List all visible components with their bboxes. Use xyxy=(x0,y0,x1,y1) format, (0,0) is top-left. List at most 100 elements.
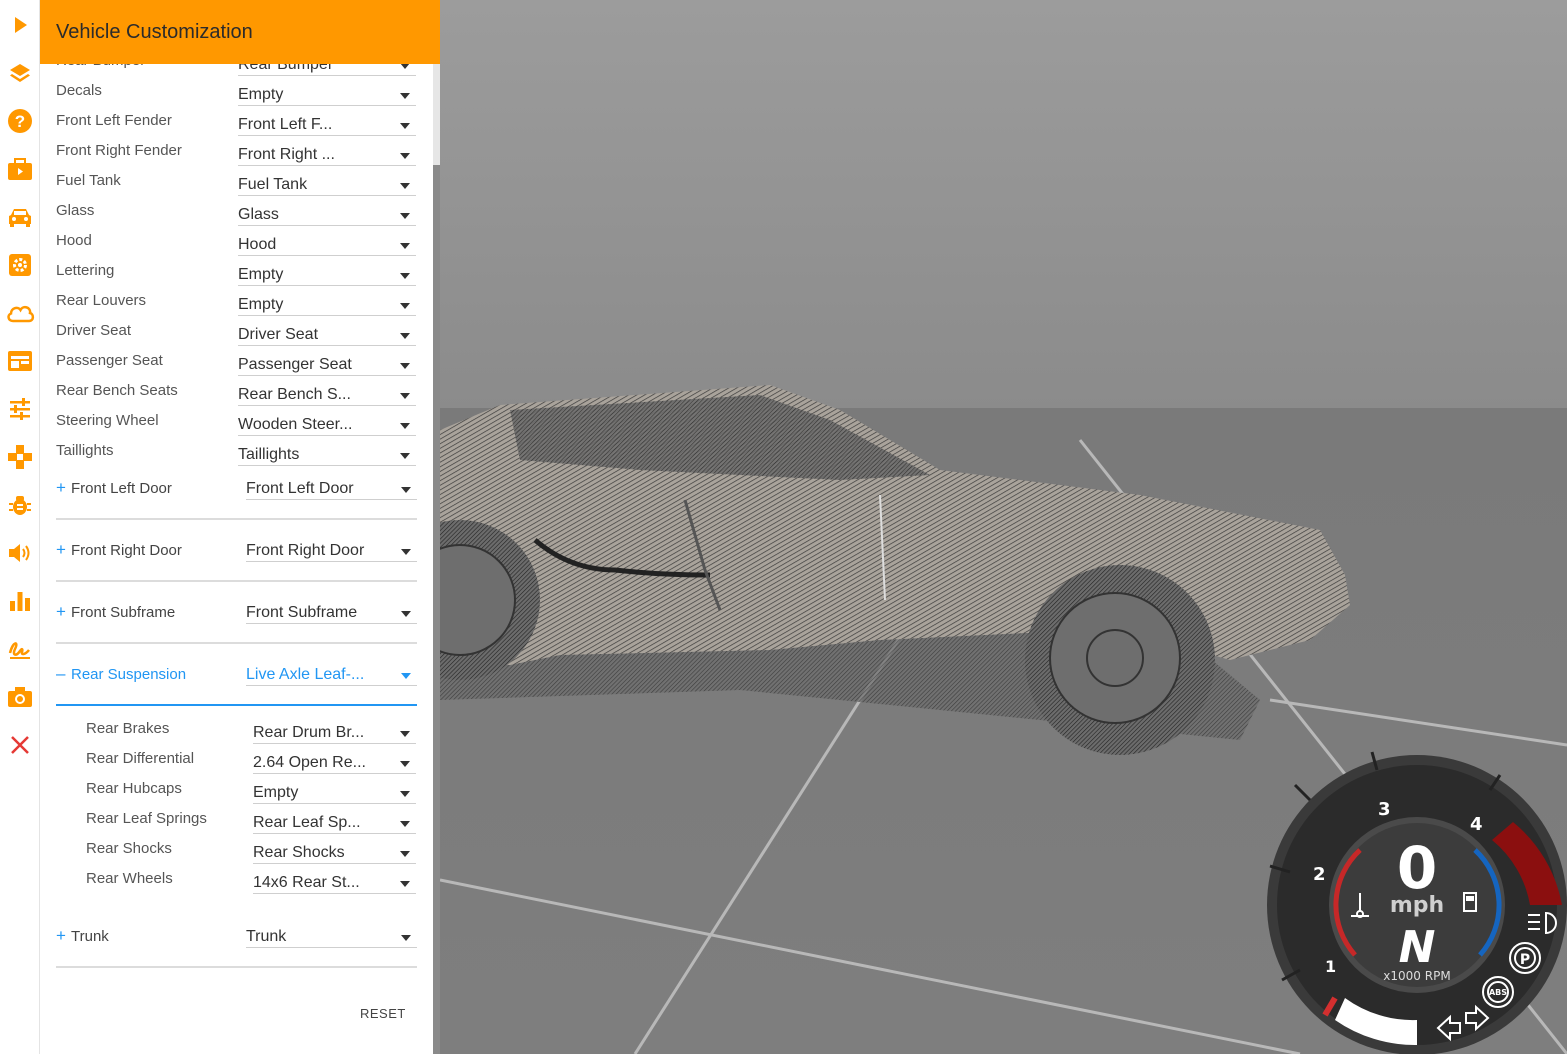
speed-value: 0 xyxy=(1397,834,1437,902)
part-select-fuel-tank[interactable]: Fuel Tank xyxy=(238,174,416,196)
part-label: Rear Shocks xyxy=(86,840,172,857)
part-select-passenger-seat[interactable]: Passenger Seat xyxy=(238,354,416,376)
group-select-front-subframe[interactable]: Front Subframe xyxy=(246,602,417,624)
bar-chart-icon[interactable] xyxy=(5,586,35,616)
part-label: Rear Wheels xyxy=(86,870,173,887)
part-select-rear-differential[interactable]: 2.64 Open Re... xyxy=(253,752,416,774)
settings-icon[interactable] xyxy=(5,250,35,280)
expand-icon[interactable]: + xyxy=(56,478,66,498)
rpm-unit: x1000 RPM xyxy=(1383,969,1450,983)
toolbox-icon[interactable] xyxy=(5,154,35,184)
camera-icon[interactable] xyxy=(5,682,35,712)
group-label: Trunk xyxy=(71,928,109,945)
dropdown-arrow-icon xyxy=(400,393,410,399)
dropdown-arrow-icon xyxy=(400,881,410,887)
part-value: Taillights xyxy=(238,446,300,463)
group-trunk[interactable]: + Trunk Trunk xyxy=(56,922,417,968)
dropdown-arrow-icon xyxy=(400,183,410,189)
part-row-rear-hubcaps: Rear Hubcaps Empty xyxy=(40,778,433,808)
part-select-front-right-fender[interactable]: Front Right ... xyxy=(238,144,416,166)
sliders-icon[interactable] xyxy=(5,394,35,424)
part-label: Rear Leaf Springs xyxy=(86,810,207,827)
dropdown-arrow-icon xyxy=(400,213,410,219)
part-select-rear-shocks[interactable]: Rear Shocks xyxy=(253,842,416,864)
part-select-rear-hubcaps[interactable]: Empty xyxy=(253,782,416,804)
part-label: Hood xyxy=(56,232,92,249)
part-select-driver-seat[interactable]: Driver Seat xyxy=(238,324,416,346)
dropdown-arrow-icon xyxy=(401,935,411,941)
part-select-rear-bench-seats[interactable]: Rear Bench S... xyxy=(238,384,416,406)
collapse-icon[interactable]: – xyxy=(56,664,65,684)
part-value: Front Right Door xyxy=(246,542,365,559)
group-front-left-door[interactable]: + Front Left Door Front Left Door xyxy=(56,474,417,520)
expand-icon[interactable]: + xyxy=(56,540,66,560)
signature-icon[interactable] xyxy=(5,634,35,664)
3d-viewport[interactable]: 1 2 3 4 0 mph N x1000 RPM P ABS xyxy=(440,0,1567,1054)
part-label: Rear Bench Seats xyxy=(56,382,178,399)
part-row-rear-wheels: Rear Wheels 14x6 Rear St... xyxy=(40,868,433,898)
part-select-hood[interactable]: Hood xyxy=(238,234,416,256)
part-row-front-right-fender: Front Right Fender Front Right ... xyxy=(40,140,433,170)
part-select-glass[interactable]: Glass xyxy=(238,204,416,226)
part-label: Rear Hubcaps xyxy=(86,780,182,797)
group-label: Front Subframe xyxy=(71,604,176,621)
part-label: Glass xyxy=(56,202,95,219)
dashboard-icon[interactable] xyxy=(5,346,35,376)
part-select-rear-louvers[interactable]: Empty xyxy=(238,294,416,316)
dropdown-arrow-icon xyxy=(400,731,410,737)
cloud-icon[interactable] xyxy=(5,298,35,328)
dropdown-arrow-icon xyxy=(400,821,410,827)
part-select-decals[interactable]: Empty xyxy=(238,84,416,106)
part-value: Rear Drum Br... xyxy=(253,724,365,741)
part-select-rear-brakes[interactable]: Rear Drum Br... xyxy=(253,722,416,744)
group-select-front-right-door[interactable]: Front Right Door xyxy=(246,540,417,562)
part-label: Driver Seat xyxy=(56,322,132,339)
group-select-trunk[interactable]: Trunk xyxy=(246,926,417,948)
part-value: Live Axle Leaf-... xyxy=(246,666,365,683)
group-select-rear-suspension[interactable]: Live Axle Leaf-... xyxy=(246,664,417,686)
expand-icon[interactable]: + xyxy=(56,602,66,622)
abs-icon: ABS xyxy=(1482,976,1514,1008)
group-select-front-left-door[interactable]: Front Left Door xyxy=(246,478,417,500)
rpm-tick-1: 1 xyxy=(1325,957,1336,976)
dropdown-arrow-icon xyxy=(400,243,410,249)
gamepad-icon[interactable] xyxy=(5,442,35,472)
scrollbar-thumb[interactable] xyxy=(433,165,440,1054)
side-toolbar: ? xyxy=(0,0,40,1054)
reset-button[interactable]: RESET xyxy=(360,1006,406,1021)
part-row-hood: Hood Hood xyxy=(40,230,433,260)
rpm-tick-2: 2 xyxy=(1313,864,1326,885)
parts-list[interactable]: Rear Bumper Rear Bumper Decals Empty Fro… xyxy=(40,0,433,1054)
play-icon[interactable] xyxy=(5,10,35,40)
part-value: Rear Bench S... xyxy=(238,386,351,403)
part-select-rear-leaf-springs[interactable]: Rear Leaf Sp... xyxy=(253,812,416,834)
dropdown-arrow-icon xyxy=(400,453,410,459)
dropdown-arrow-icon xyxy=(401,673,411,679)
dropdown-arrow-icon xyxy=(401,549,411,555)
part-row-driver-seat: Driver Seat Driver Seat xyxy=(40,320,433,350)
dropdown-arrow-icon xyxy=(400,423,410,429)
close-icon[interactable] xyxy=(5,730,35,760)
part-row-rear-bench-seats: Rear Bench Seats Rear Bench S... xyxy=(40,380,433,410)
expand-icon[interactable]: + xyxy=(56,926,66,946)
group-front-right-door[interactable]: + Front Right Door Front Right Door xyxy=(56,536,417,582)
part-select-front-left-fender[interactable]: Front Left F... xyxy=(238,114,416,136)
car-icon[interactable] xyxy=(5,202,35,232)
part-select-steering-wheel[interactable]: Wooden Steer... xyxy=(238,414,416,436)
part-row-fuel-tank: Fuel Tank Fuel Tank xyxy=(40,170,433,200)
group-front-subframe[interactable]: + Front Subframe Front Subframe xyxy=(56,598,417,644)
rpm-tick-4: 4 xyxy=(1470,814,1483,835)
part-label: Rear Louvers xyxy=(56,292,147,309)
layers-icon[interactable] xyxy=(5,58,35,88)
help-icon[interactable]: ? xyxy=(5,106,35,136)
dropdown-arrow-icon xyxy=(400,761,410,767)
part-label: Front Right Fender xyxy=(56,142,182,159)
group-rear-suspension[interactable]: – Rear Suspension Live Axle Leaf-... xyxy=(56,660,417,706)
speaker-icon[interactable] xyxy=(5,538,35,568)
part-label: Fuel Tank xyxy=(56,172,121,189)
part-select-rear-wheels[interactable]: 14x6 Rear St... xyxy=(253,872,416,894)
part-select-lettering[interactable]: Empty xyxy=(238,264,416,286)
dropdown-arrow-icon xyxy=(400,363,410,369)
part-select-taillights[interactable]: Taillights xyxy=(238,444,416,466)
bug-icon[interactable] xyxy=(5,490,35,520)
